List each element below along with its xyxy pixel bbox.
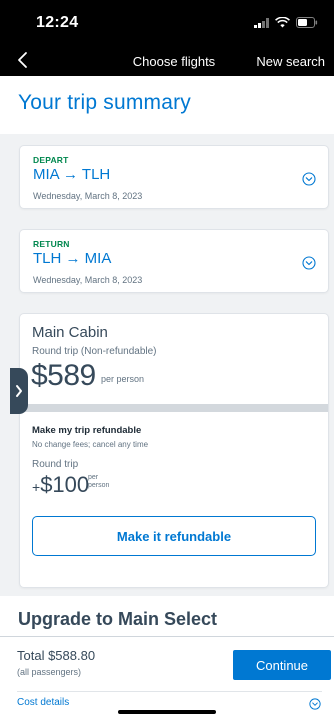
page-title: Your trip summary	[18, 91, 192, 114]
refund-trip-label: Round trip	[32, 459, 79, 470]
refund-title: Make my trip refundable	[32, 425, 142, 436]
cost-details-chevron-icon[interactable]	[309, 697, 321, 710]
leg-route: MIA → TLH	[33, 166, 111, 183]
summary-header: Your trip summary	[0, 76, 334, 134]
status-time: 12:24	[36, 14, 79, 31]
status-bar: 12:24	[0, 0, 334, 46]
refund-price-plus: +	[32, 479, 41, 495]
return-leg-card[interactable]: RETURN TLH → MIA Wednesday, March 8, 202…	[20, 230, 328, 292]
wifi-icon	[275, 17, 290, 28]
fare-unit: per person	[101, 374, 145, 384]
cost-details-link[interactable]: Cost details	[17, 697, 69, 708]
home-indicator	[118, 710, 216, 714]
status-icons	[254, 17, 318, 28]
leg-date: Wednesday, March 8, 2023	[33, 191, 143, 201]
leg-date: Wednesday, March 8, 2023	[33, 275, 143, 285]
refund-unit: per person	[88, 474, 110, 489]
cost-divider	[17, 691, 322, 692]
battery-icon	[296, 17, 318, 28]
leg-type-label: RETURN	[33, 239, 70, 249]
new-search-link[interactable]: New search	[256, 54, 325, 69]
make-refundable-button[interactable]: Make it refundable	[32, 516, 316, 556]
leg-route: TLH → MIA	[33, 250, 112, 267]
fare-price: $589	[31, 359, 96, 392]
upgrade-section: Upgrade to Main Select	[0, 596, 334, 636]
total-price: Total $588.80	[17, 648, 96, 663]
expand-chevron-icon[interactable]	[302, 256, 316, 270]
cabin-name: Main Cabin	[32, 324, 108, 341]
leg-type-label: DEPART	[33, 155, 69, 165]
fare-type: Round trip (Non-refundable)	[32, 346, 157, 357]
bottom-bar: Total $588.80 (all passengers) Continue …	[0, 636, 334, 715]
chevron-right-icon	[16, 385, 22, 397]
nav-bar: Choose flights New search	[0, 46, 334, 76]
depart-leg-card[interactable]: DEPART MIA → TLH Wednesday, March 8, 202…	[20, 146, 328, 208]
refund-price-value: $100	[40, 472, 90, 497]
upgrade-title: Upgrade to Main Select	[18, 609, 218, 629]
continue-button[interactable]: Continue	[233, 650, 331, 680]
side-drawer-tab[interactable]	[10, 368, 28, 414]
refund-subtitle: No change fees; cancel any time	[32, 440, 149, 449]
fare-divider	[20, 404, 328, 412]
total-subtitle: (all passengers)	[17, 667, 82, 677]
fare-card: Main Cabin Round trip (Non-refundable) $…	[20, 314, 328, 587]
expand-chevron-icon[interactable]	[302, 172, 316, 186]
signal-icon	[254, 17, 269, 28]
refund-price: +$100	[32, 472, 89, 498]
